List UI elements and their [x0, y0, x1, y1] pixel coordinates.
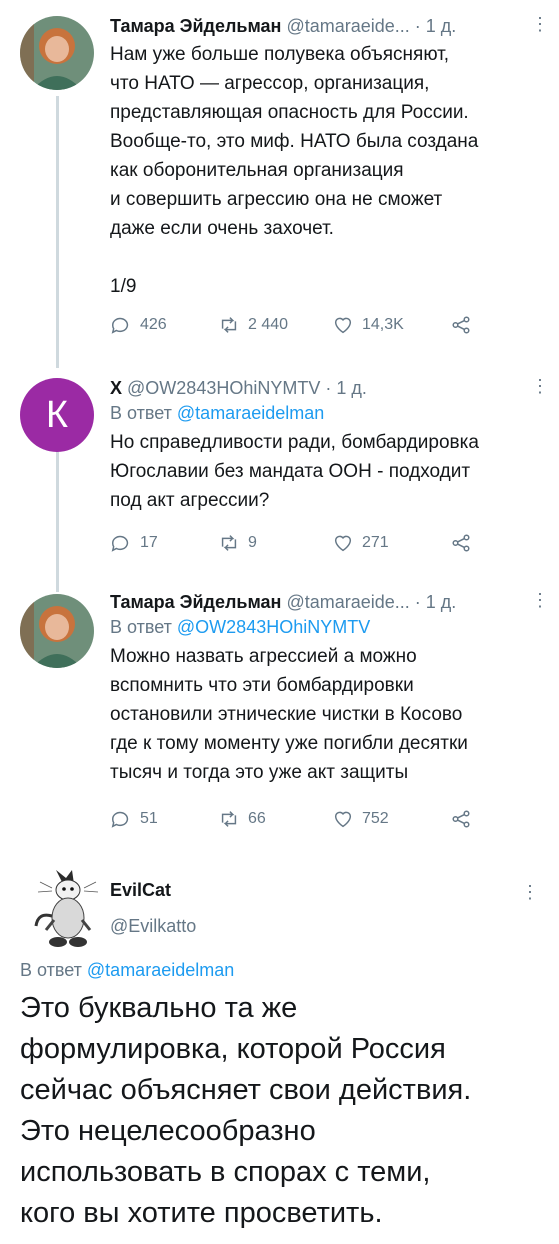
tweet-text: Нам уже больше полувека объясняют, что Н…	[110, 44, 479, 297]
like-button[interactable]: 752	[332, 808, 389, 830]
like-count: 752	[362, 810, 389, 827]
reply-prefix: В ответ	[110, 403, 172, 423]
like-button[interactable]: 14,3K	[332, 314, 404, 336]
retweet-button[interactable]: 66	[218, 808, 266, 830]
separator: ·	[325, 378, 337, 398]
reply-count: 17	[140, 534, 158, 551]
author-name[interactable]: Х	[110, 378, 122, 398]
like-icon	[334, 317, 352, 334]
tweet[interactable]: Тамара Эйдельман @tamaraeide... · 1 д. ⋮…	[0, 0, 559, 360]
reply-to-link[interactable]: @OW2843HOhiNYMTV	[177, 617, 370, 637]
timestamp[interactable]: 1 д.	[426, 592, 457, 612]
timestamp[interactable]: 1 д.	[426, 16, 457, 36]
reply-to-link[interactable]: @tamaraeidelman	[177, 403, 324, 423]
like-icon	[334, 811, 352, 828]
more-icon[interactable]: ⋮	[531, 14, 549, 35]
tweet-text: Но справедливости ради, бомбардировка Юг…	[110, 432, 479, 511]
reply-icon	[111, 811, 129, 828]
tweet-header: Х @OW2843HOhiNYMTV · 1 д.	[110, 376, 529, 400]
reply-button[interactable]: 17	[110, 532, 158, 554]
reply-icon	[111, 535, 129, 552]
reply-icon	[111, 317, 129, 334]
reply-prefix: В ответ	[110, 617, 172, 637]
reply-count: 426	[140, 316, 167, 333]
timestamp[interactable]: 1 д.	[336, 378, 367, 398]
share-button[interactable]	[450, 808, 472, 830]
share-icon	[452, 534, 470, 552]
author-handle[interactable]: @Evilkatto	[110, 916, 196, 937]
share-icon	[452, 810, 470, 828]
retweet-button[interactable]: 9	[218, 532, 257, 554]
retweet-count: 2 440	[248, 316, 289, 333]
author-name[interactable]: Тамара Эйдельман	[110, 16, 281, 36]
retweet-count: 9	[248, 534, 257, 551]
reply-prefix: В ответ	[20, 960, 82, 980]
cat-avatar-image	[34, 870, 99, 947]
author-name[interactable]: Тамара Эйдельман	[110, 592, 281, 612]
reply-context: В ответ @tamaraeidelman	[20, 960, 234, 981]
tweet[interactable]: Тамара Эйдельман @tamaraeide... · 1 д. ⋮…	[0, 580, 559, 850]
like-button[interactable]: 271	[332, 532, 389, 554]
retweet-icon	[221, 535, 237, 551]
retweet-button[interactable]: 2 440	[218, 314, 288, 336]
more-icon[interactable]: ⋮	[521, 882, 539, 903]
like-count: 14,3K	[362, 316, 404, 333]
more-icon[interactable]: ⋮	[531, 376, 549, 397]
reply-count: 51	[140, 810, 158, 827]
avatar-photo	[20, 594, 94, 668]
tweet[interactable]: К Х @OW2843HOhiNYMTV · 1 д. ⋮ В ответ @t…	[0, 360, 559, 580]
separator: ·	[414, 592, 426, 612]
avatar-photo	[20, 16, 94, 90]
separator: ·	[414, 16, 426, 36]
tweet-text: Можно назвать агрессией а можно вспомнит…	[110, 646, 468, 783]
tweet-text: Это буквально та же формулировка, которо…	[20, 992, 472, 1229]
avatar[interactable]	[20, 16, 94, 90]
reply-context: В ответ @tamaraeidelman	[110, 400, 529, 426]
retweet-count: 66	[248, 810, 266, 827]
focused-tweet[interactable]: EvilCat @Evilkatto ⋮ В ответ @tamaraeide…	[20, 860, 539, 1230]
author-handle[interactable]: @OW2843HOhiNYMTV	[127, 378, 320, 398]
more-icon[interactable]: ⋮	[531, 590, 549, 611]
tweet-header: Тамара Эйдельман @tamaraeide... · 1 д.	[110, 590, 529, 614]
share-button[interactable]	[450, 532, 472, 554]
like-count: 271	[362, 534, 389, 551]
retweet-icon	[221, 317, 237, 333]
avatar[interactable]: К	[20, 378, 94, 452]
reply-button[interactable]: 426	[110, 314, 167, 336]
author-handle[interactable]: @tamaraeide...	[286, 16, 409, 36]
author-handle[interactable]: @tamaraeide...	[286, 592, 409, 612]
share-button[interactable]	[450, 314, 472, 336]
like-icon	[334, 535, 352, 552]
author-name[interactable]: EvilCat	[110, 880, 171, 901]
avatar[interactable]	[32, 868, 102, 952]
tweet-header: Тамара Эйдельман @tamaraeide... · 1 д.	[110, 14, 529, 38]
share-icon	[452, 316, 470, 334]
reply-to-link[interactable]: @tamaraeidelman	[87, 960, 234, 980]
reply-context: В ответ @OW2843HOhiNYMTV	[110, 614, 529, 640]
reply-button[interactable]: 51	[110, 808, 158, 830]
retweet-icon	[221, 811, 237, 827]
avatar[interactable]	[20, 594, 94, 668]
